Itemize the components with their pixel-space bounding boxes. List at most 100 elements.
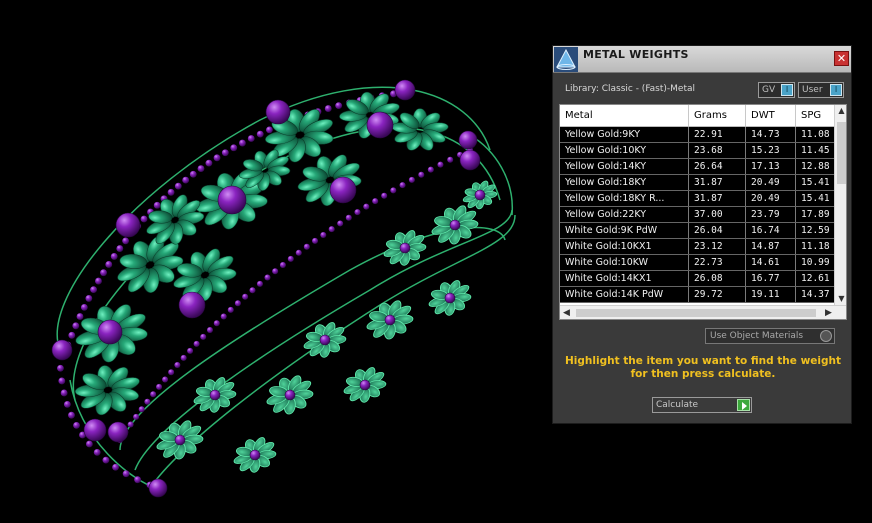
bead [320, 231, 327, 238]
bead [112, 463, 119, 471]
play-arrow-icon [737, 399, 750, 411]
bead [168, 369, 175, 376]
gem [329, 176, 357, 204]
scroll-left-icon[interactable]: ◀ [560, 306, 573, 319]
gem [83, 418, 107, 442]
close-button[interactable]: ✕ [834, 51, 849, 66]
bead [58, 377, 66, 385]
horizontal-scroll-thumb[interactable] [576, 309, 816, 317]
cell-spg: 12.61 [801, 273, 830, 284]
table-body: Yellow Gold:9KY 22.91 14.73 11.08 Yellow Gol… [560, 127, 834, 303]
panel-titlebar[interactable]: METAL WEIGHTS ✕ [553, 46, 851, 73]
cell-grams: 22.91 [689, 127, 746, 142]
library-label: Library: Classic - (Fast)-Metal [565, 84, 696, 94]
bead [227, 306, 234, 313]
bead [93, 448, 101, 456]
cell-dwt: 16.74 [746, 223, 796, 238]
bead [57, 364, 64, 372]
bead [156, 383, 163, 390]
cell-metal: White Gold:14K PdW [560, 287, 689, 302]
vertical-scrollbar[interactable]: ▲ ▼ [834, 105, 846, 305]
bead [363, 203, 370, 210]
scroll-right-icon[interactable]: ▶ [822, 306, 835, 319]
gem [265, 99, 291, 125]
table-row[interactable]: White Gold:10KW 22.73 14.61 10.99 [560, 255, 834, 271]
use-object-materials-toggle[interactable]: Use Object Materials [705, 328, 835, 344]
gv-toggle[interactable]: GV I [758, 82, 795, 98]
bead [110, 253, 118, 260]
bead [189, 170, 197, 178]
bead [162, 376, 169, 383]
column-header-dwt[interactable]: DWT [746, 105, 796, 126]
bead [80, 303, 88, 311]
scroll-up-icon[interactable]: ▲ [835, 105, 846, 117]
cell-dwt: 20.49 [746, 191, 796, 206]
bead [408, 176, 415, 183]
cell-grams: 26.64 [689, 159, 746, 174]
table-row[interactable]: White Gold:9K PdW 26.04 16.74 12.59 [560, 223, 834, 239]
table-header: Metal Grams DWT SPG [560, 105, 834, 127]
bead [122, 237, 129, 245]
bead [239, 139, 246, 147]
column-header-spg[interactable]: SPG [796, 105, 834, 126]
vertical-scroll-thumb[interactable] [837, 122, 846, 184]
horizontal-scrollbar[interactable]: ◀ ▶ [560, 305, 846, 319]
bead [312, 237, 319, 244]
cell-grams: 26.04 [689, 223, 746, 238]
calculate-button[interactable]: Calculate [652, 397, 752, 413]
table-row[interactable]: Yellow Gold:9KY 22.91 14.73 11.08 [560, 127, 834, 143]
gem [366, 111, 394, 139]
bead [220, 313, 227, 320]
bead [272, 268, 279, 275]
bead [127, 421, 134, 428]
metal-table[interactable]: Metal Grams DWT SPG Yellow Gold:9KY 22.91… [559, 104, 847, 320]
bead [335, 102, 343, 110]
column-header-grams[interactable]: Grams [689, 105, 746, 126]
app-logo-icon [554, 47, 578, 72]
cell-dwt: 14.73 [746, 127, 796, 142]
table-row[interactable]: White Gold:14K PdW 29.72 19.11 14.37 [560, 287, 834, 303]
bead [144, 398, 151, 405]
cell-dwt: 14.87 [746, 239, 796, 254]
bead [193, 340, 200, 347]
bead [303, 243, 310, 250]
cell-metal: Yellow Gold:9KY [560, 127, 689, 142]
cell-spg: 11.18 [801, 241, 830, 252]
bead [100, 269, 107, 277]
user-toggle[interactable]: User I [798, 82, 844, 98]
cell-spg: 15.41 [801, 177, 830, 188]
bead [437, 161, 444, 168]
bangle-model [51, 79, 516, 498]
table-row[interactable]: Yellow Gold:22KY 37.00 23.79 17.89 [560, 207, 834, 223]
bead [390, 187, 397, 194]
bead [372, 198, 379, 205]
bead [381, 192, 388, 199]
bead [174, 182, 182, 190]
cell-spg: 11.08 [801, 129, 830, 140]
table-row[interactable]: White Gold:14KX1 26.08 16.77 12.61 [560, 271, 834, 287]
table-row[interactable]: Yellow Gold:14KY 26.64 17.13 12.88 [560, 159, 834, 175]
gem [174, 434, 186, 446]
cell-metal: White Gold:9K PdW [560, 223, 689, 238]
gem [115, 212, 141, 238]
column-header-metal[interactable]: Metal [560, 105, 689, 126]
scroll-down-icon[interactable]: ▼ [835, 293, 846, 305]
3d-viewport[interactable] [0, 0, 545, 523]
gem [394, 79, 416, 101]
gem [107, 421, 129, 443]
table-row[interactable]: Yellow Gold:18KY 31.87 20.49 15.41 [560, 175, 834, 191]
radio-icon[interactable] [820, 330, 832, 342]
bead [102, 456, 110, 464]
bead [256, 280, 263, 287]
table-row[interactable]: White Gold:10KX1 23.12 14.87 11.18 [560, 239, 834, 255]
bead [230, 144, 238, 152]
cell-grams: 22.73 [689, 255, 746, 270]
bead [153, 201, 161, 209]
table-row[interactable]: Yellow Gold:18KY R... 31.87 20.49 15.41 [560, 191, 834, 207]
bead [399, 182, 406, 189]
table-row[interactable]: Yellow Gold:10KY 23.68 15.23 11.45 [560, 143, 834, 159]
cell-spg: 14.37 [801, 289, 830, 300]
bead [180, 354, 187, 361]
cell-metal: Yellow Gold:14KY [560, 159, 689, 174]
cell-metal: White Gold:10KW [560, 255, 689, 270]
